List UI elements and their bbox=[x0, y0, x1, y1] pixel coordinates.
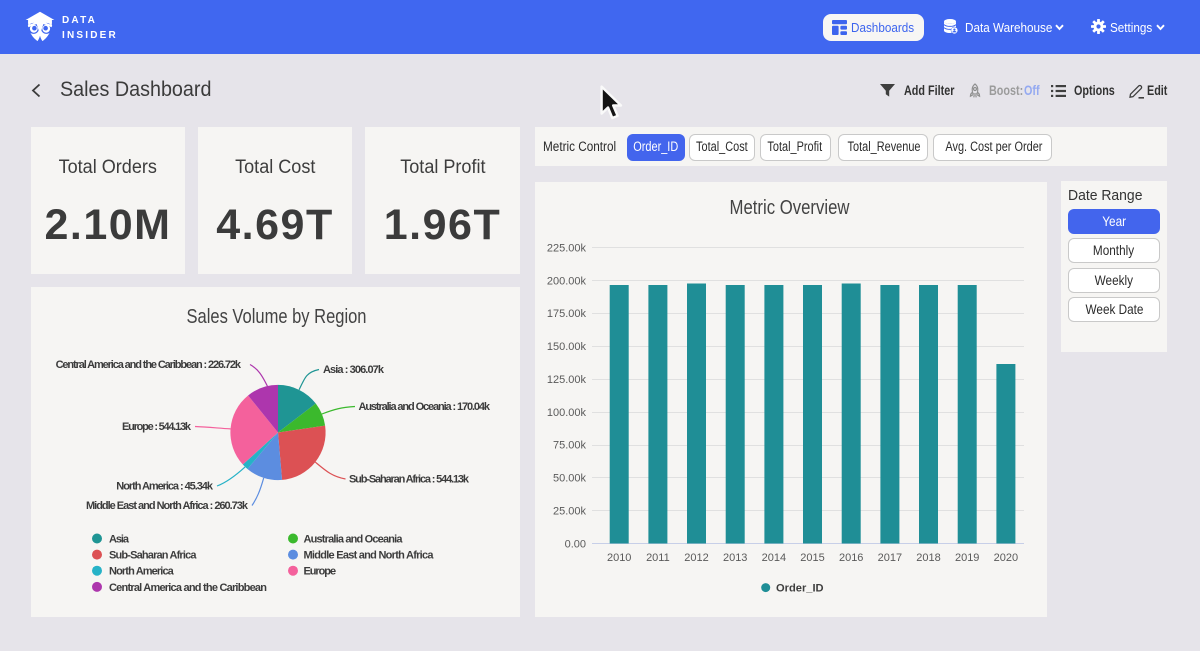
svg-text:Middle East and North Africa: Middle East and North Africa bbox=[304, 550, 435, 562]
svg-text:175.00k: 175.00k bbox=[547, 308, 587, 320]
svg-text:2020: 2020 bbox=[994, 552, 1018, 564]
svg-text:2018: 2018 bbox=[916, 552, 940, 564]
svg-text:2012: 2012 bbox=[684, 552, 708, 564]
svg-text:North America : 45.34k: North America : 45.34k bbox=[116, 481, 214, 493]
svg-text:Australia and Oceania: Australia and Oceania bbox=[304, 534, 404, 546]
svg-text:2017: 2017 bbox=[878, 552, 902, 564]
svg-text:Asia: Asia bbox=[109, 534, 130, 546]
svg-text:225.00k: 225.00k bbox=[547, 242, 587, 254]
svg-text:50.00k: 50.00k bbox=[553, 473, 587, 485]
svg-text:Asia : 306.07k: Asia : 306.07k bbox=[323, 364, 385, 376]
svg-text:2016: 2016 bbox=[839, 552, 863, 564]
svg-text:2013: 2013 bbox=[723, 552, 747, 564]
svg-text:Sales Volume by Region: Sales Volume by Region bbox=[187, 306, 367, 328]
svg-text:Europe : 544.13k: Europe : 544.13k bbox=[122, 421, 192, 433]
svg-text:2011: 2011 bbox=[646, 552, 670, 564]
svg-text:0.00: 0.00 bbox=[565, 538, 586, 550]
svg-text:75.00k: 75.00k bbox=[553, 440, 587, 452]
svg-text:Australia and Oceania : 170.04: Australia and Oceania : 170.04k bbox=[359, 401, 491, 413]
svg-text:Order_ID: Order_ID bbox=[776, 583, 824, 595]
svg-text:25.00k: 25.00k bbox=[553, 505, 587, 517]
svg-text:200.00k: 200.00k bbox=[547, 275, 587, 287]
svg-text:Sub-Saharan Africa: Sub-Saharan Africa bbox=[109, 550, 197, 562]
svg-text:2014: 2014 bbox=[762, 552, 786, 564]
svg-text:Middle East and North Africa :: Middle East and North Africa : 260.73k bbox=[86, 500, 249, 512]
svg-text:Metric Overview: Metric Overview bbox=[730, 197, 850, 219]
svg-text:125.00k: 125.00k bbox=[547, 374, 587, 386]
svg-text:Sub-Saharan Africa : 544.13k: Sub-Saharan Africa : 544.13k bbox=[349, 474, 470, 486]
svg-text:150.00k: 150.00k bbox=[547, 341, 587, 353]
svg-text:2015: 2015 bbox=[800, 552, 824, 564]
svg-text:100.00k: 100.00k bbox=[547, 407, 587, 419]
svg-text:2010: 2010 bbox=[607, 552, 631, 564]
svg-text:Central America and the Caribb: Central America and the Caribbean bbox=[109, 582, 267, 594]
svg-text:Central America and the Caribb: Central America and the Caribbean : 226.… bbox=[56, 359, 242, 371]
svg-text:2019: 2019 bbox=[955, 552, 979, 564]
svg-text:Europe: Europe bbox=[304, 566, 337, 578]
svg-text:North America: North America bbox=[109, 566, 175, 578]
